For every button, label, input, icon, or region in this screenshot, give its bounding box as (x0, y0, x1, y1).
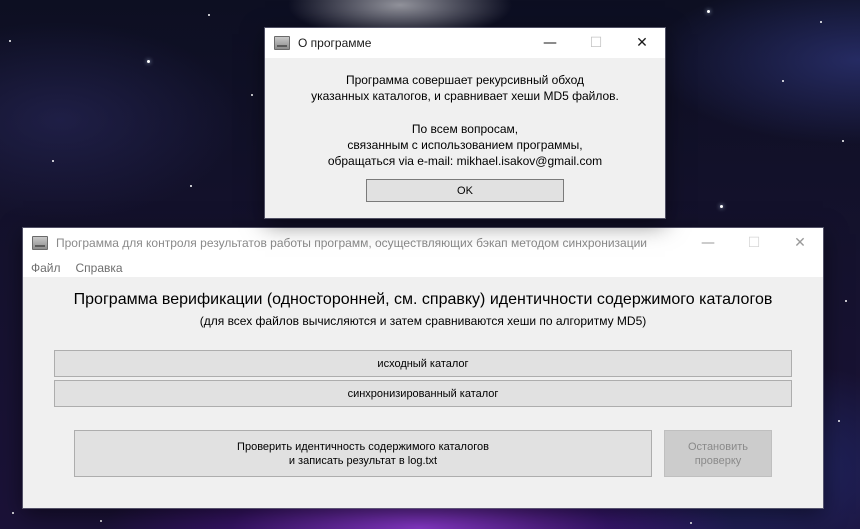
maximize-icon: ☐ (589, 35, 603, 51)
main-window-titlebar[interactable]: Программа для контроля результатов работ… (23, 228, 823, 258)
verify-button[interactable]: Проверить идентичность содержимого катал… (74, 430, 652, 477)
star (190, 185, 192, 187)
main-window-body: Программа верификации (односторонней, см… (23, 277, 823, 508)
minimize-icon: — (701, 235, 715, 251)
close-icon: ✕ (794, 235, 806, 251)
minimize-button[interactable]: — (685, 228, 731, 258)
ok-label: OK (457, 184, 473, 197)
stop-label-line1: Остановить (687, 440, 749, 453)
star (845, 300, 847, 302)
about-line-3: По всем вопросам, (411, 122, 519, 136)
star (9, 40, 11, 42)
close-button[interactable]: ✕ (619, 28, 665, 58)
minimize-button[interactable]: — (527, 28, 573, 58)
star (100, 520, 102, 522)
about-dialog-body: Программа совершает рекурсивный обход ук… (265, 58, 665, 218)
star (838, 420, 840, 422)
maximize-button: ☐ (573, 28, 619, 58)
minimize-icon: — (543, 35, 557, 51)
verify-label-line2: и записать результат в log.txt (288, 454, 438, 467)
main-window-title: Программа для контроля результатов работ… (56, 236, 647, 250)
stop-button: Остановить проверку (664, 430, 772, 477)
close-button[interactable]: ✕ (777, 228, 823, 258)
maximize-button: ☐ (731, 228, 777, 258)
star (251, 94, 253, 96)
about-description: Программа совершает рекурсивный обход ук… (265, 72, 665, 104)
star (147, 60, 150, 63)
ok-button[interactable]: OK (366, 179, 564, 202)
about-dialog-titlebar[interactable]: О программе — ☐ ✕ (265, 28, 665, 58)
star (208, 14, 210, 16)
main-window: Программа для контроля результатов работ… (23, 228, 823, 508)
close-icon: ✕ (636, 35, 648, 51)
about-contact: По всем вопросам, связанным с использова… (265, 121, 665, 169)
menubar: Файл Справка (23, 258, 823, 277)
star (690, 522, 692, 524)
star (52, 160, 54, 162)
about-line-5: обращаться via e-mail: mikhael.isakov@gm… (327, 154, 603, 168)
star (820, 21, 822, 23)
source-directory-label: исходный каталог (377, 357, 469, 370)
app-icon (274, 36, 290, 50)
menu-help[interactable]: Справка (76, 261, 123, 275)
about-line-1: Программа совершает рекурсивный обход (345, 73, 585, 87)
star (707, 10, 710, 13)
page-title: Программа верификации (односторонней, см… (73, 291, 773, 308)
star (12, 512, 14, 514)
synced-directory-button[interactable]: синхронизированный каталог (54, 380, 792, 407)
maximize-icon: ☐ (747, 235, 761, 251)
about-line-4: связанным с использованием программы, (347, 138, 583, 152)
about-dialog: О программе — ☐ ✕ Программа совершает ре… (265, 28, 665, 218)
menu-file[interactable]: Файл (31, 261, 61, 275)
star (842, 140, 844, 142)
synced-directory-label: синхронизированный каталог (347, 387, 499, 400)
source-directory-button[interactable]: исходный каталог (54, 350, 792, 377)
page-subtitle: (для всех файлов вычисляются и затем сра… (199, 314, 647, 328)
about-line-2: указанных каталогов, и сравнивает хеши M… (311, 89, 619, 103)
star (720, 205, 723, 208)
verify-label-line1: Проверить идентичность содержимого катал… (237, 440, 489, 453)
stop-label-line2: проверку (694, 454, 742, 467)
app-icon (32, 236, 48, 250)
star (782, 80, 784, 82)
about-dialog-title: О программе (298, 36, 372, 50)
